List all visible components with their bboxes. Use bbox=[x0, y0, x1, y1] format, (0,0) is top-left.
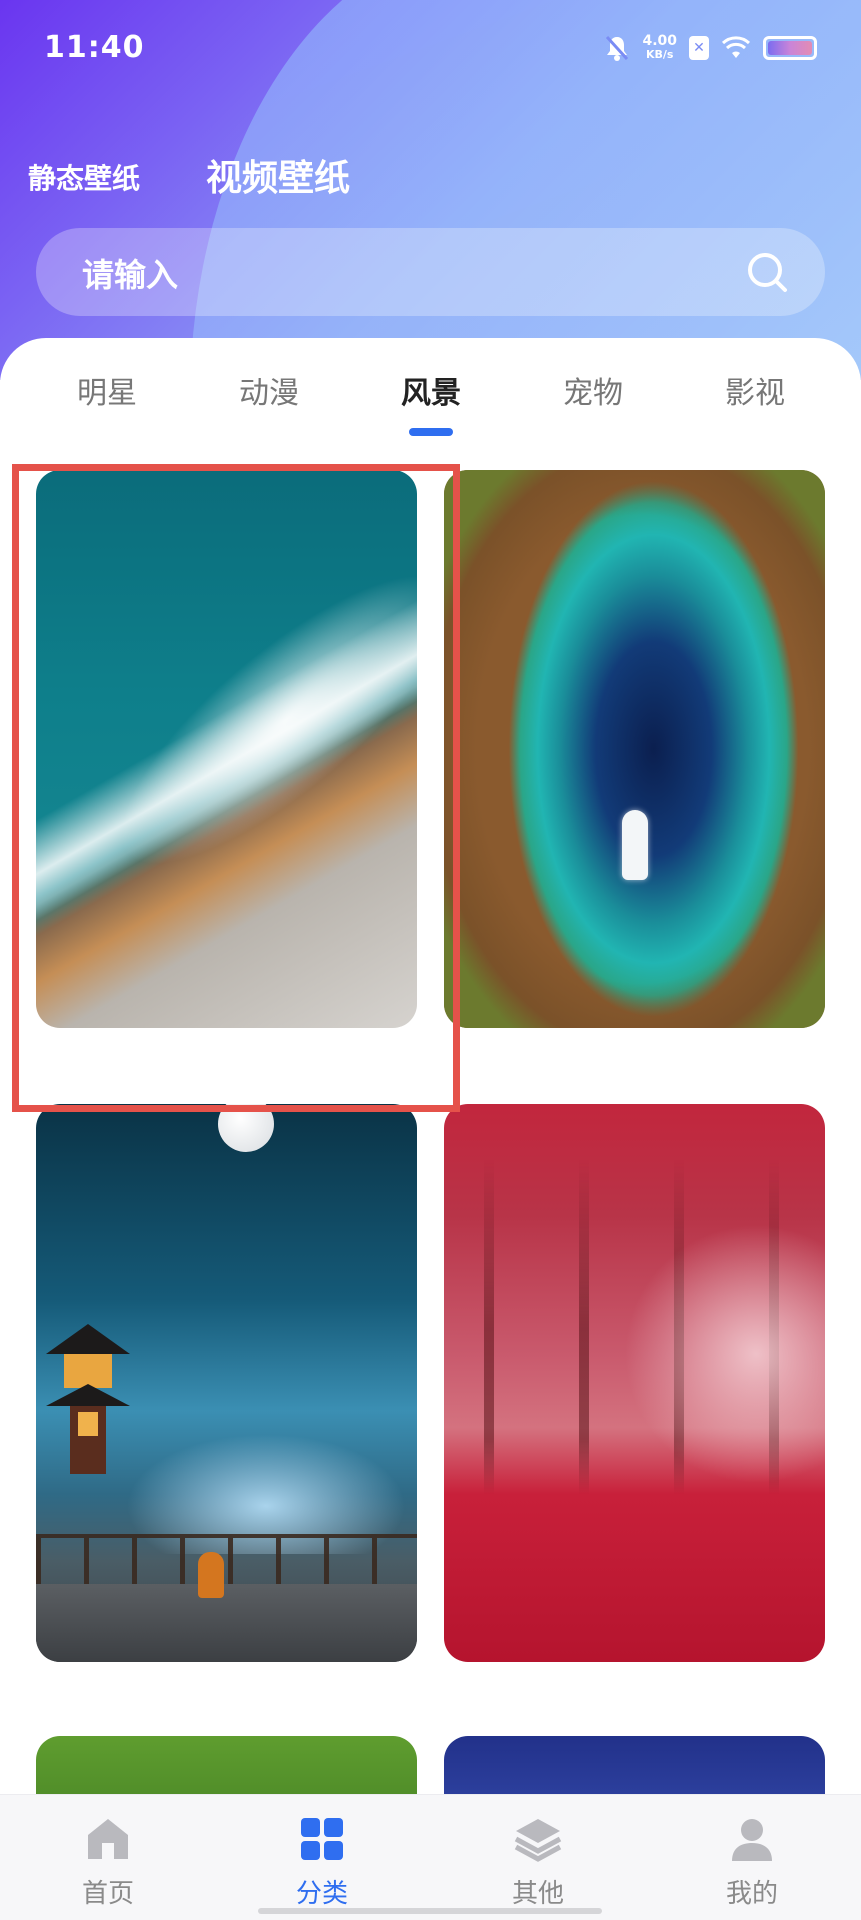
net-speed-value: 4.00 bbox=[642, 33, 677, 49]
category-tab-anime[interactable]: 动漫 bbox=[209, 368, 329, 412]
search-icon[interactable] bbox=[743, 248, 791, 296]
bottom-navigation: 首页 分类 其他 我的 bbox=[0, 1794, 861, 1920]
tab-static-wallpaper[interactable]: 静态壁纸 bbox=[28, 157, 140, 197]
nav-other-label: 其他 bbox=[511, 1879, 564, 1909]
category-tab-stars[interactable]: 明星 bbox=[47, 368, 167, 412]
tile-shoreline bbox=[444, 470, 825, 1028]
status-time: 11:40 bbox=[44, 30, 145, 65]
category-tab-pets[interactable]: 宠物 bbox=[533, 368, 653, 412]
wifi-icon bbox=[721, 36, 751, 60]
nav-other[interactable]: 其他 bbox=[478, 1815, 598, 1910]
status-icons: 4.00 KB/s ✕ bbox=[604, 34, 817, 62]
grid-icon bbox=[301, 1818, 343, 1860]
battery-icon bbox=[763, 36, 817, 60]
nav-home[interactable]: 首页 bbox=[48, 1815, 168, 1910]
nav-home-label: 首页 bbox=[81, 1879, 134, 1909]
nav-category-label: 分类 bbox=[295, 1879, 348, 1909]
nav-mine[interactable]: 我的 bbox=[692, 1815, 812, 1910]
category-tabs: 明星 动漫 风景 宠物 影视 bbox=[0, 338, 861, 448]
battery-fill bbox=[768, 41, 812, 55]
user-icon bbox=[732, 1819, 772, 1861]
category-tab-film[interactable]: 影视 bbox=[695, 368, 815, 412]
nav-mine-label: 我的 bbox=[725, 1879, 778, 1909]
category-tab-scenery[interactable]: 风景 bbox=[371, 368, 491, 412]
search-placeholder: 请输入 bbox=[82, 256, 179, 294]
wallpaper-tile-pagoda[interactable] bbox=[36, 1104, 417, 1662]
tab-video-wallpaper[interactable]: 视频壁纸 bbox=[206, 149, 350, 201]
selection-highlight bbox=[12, 464, 460, 1112]
terrace-floor bbox=[36, 1584, 417, 1662]
wallpaper-tile-red-forest[interactable] bbox=[444, 1104, 825, 1662]
net-speed-unit: KB/s bbox=[645, 48, 674, 61]
monk-figure bbox=[198, 1552, 224, 1598]
net-speed: 4.00 KB/s bbox=[642, 34, 677, 62]
pagoda-shape bbox=[46, 1324, 130, 1474]
nav-category[interactable]: 分类 bbox=[262, 1815, 382, 1910]
layers-icon bbox=[514, 1819, 562, 1862]
forest-mist bbox=[624, 1224, 825, 1484]
home-indicator bbox=[258, 1908, 602, 1914]
category-active-indicator bbox=[409, 428, 453, 436]
home-icon bbox=[88, 1819, 128, 1859]
wallpaper-tile-lagoon[interactable] bbox=[444, 470, 825, 1028]
boat-shape bbox=[622, 810, 648, 880]
search-input[interactable]: 请输入 bbox=[36, 228, 825, 316]
status-bar: 11:40 4.00 KB/s ✕ bbox=[0, 0, 861, 100]
sim-x-icon: ✕ bbox=[689, 36, 709, 60]
mute-bell-icon bbox=[604, 34, 630, 62]
wallpaper-type-tabs: 静态壁纸 视频壁纸 bbox=[0, 145, 861, 205]
